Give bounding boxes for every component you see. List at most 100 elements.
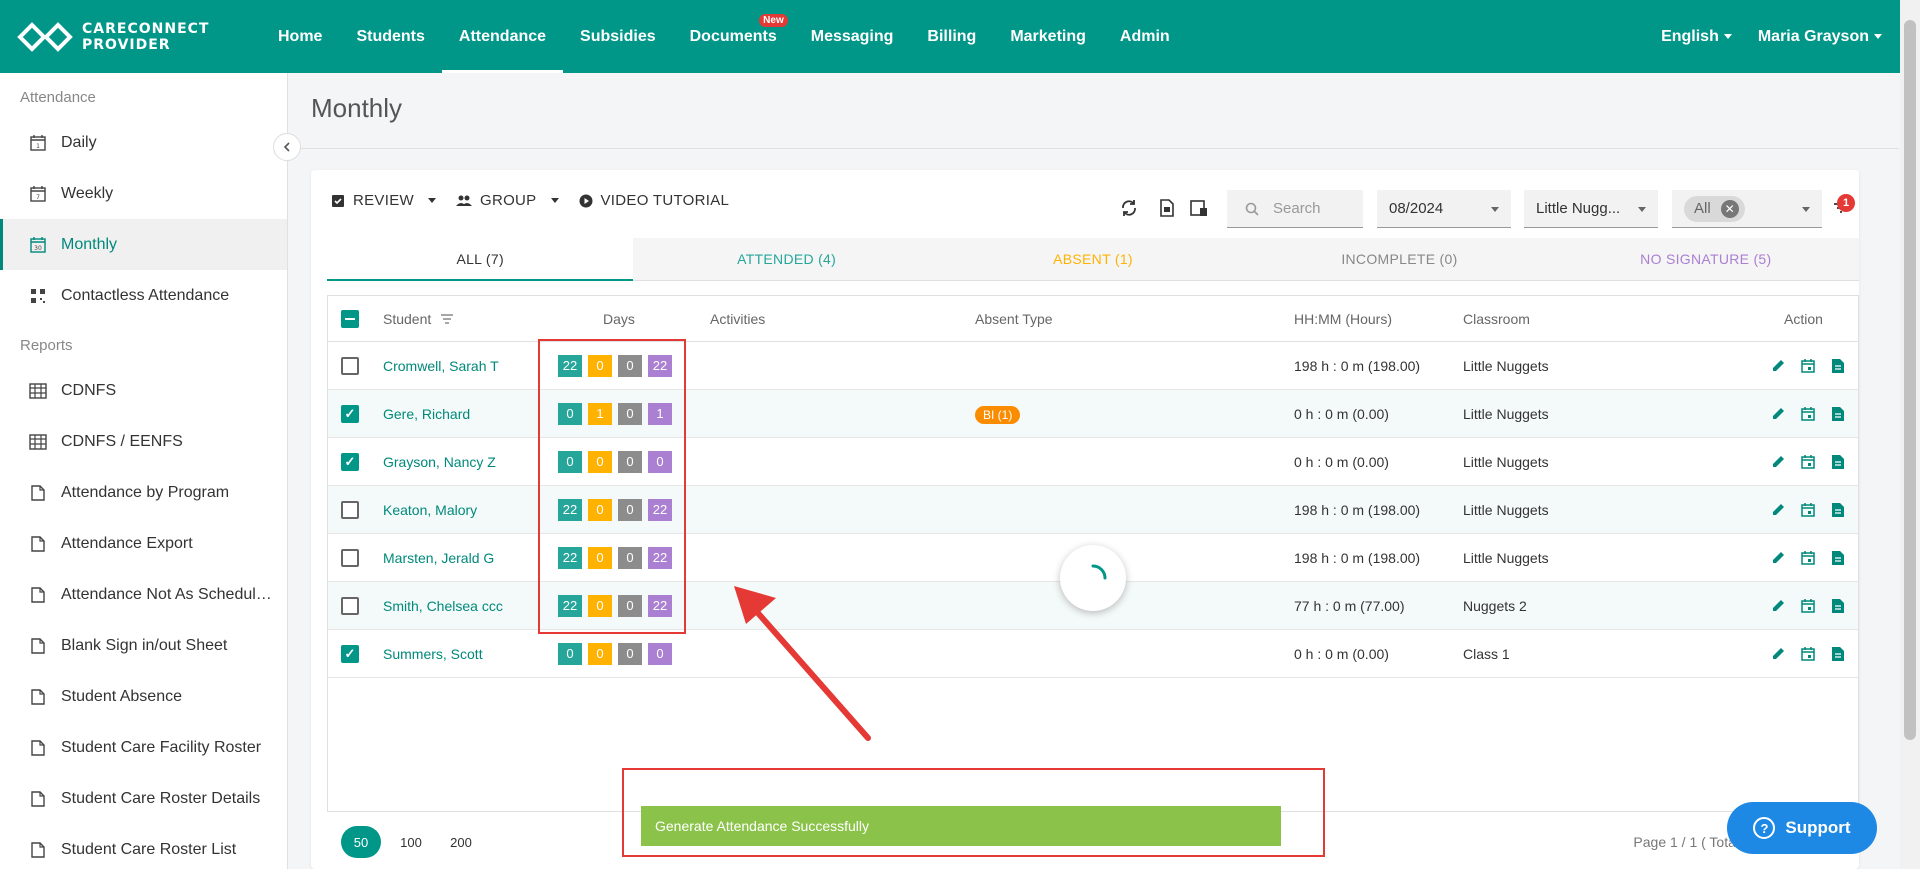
classroom-select[interactable]: Little Nugg... [1524, 190, 1658, 228]
sidebar-item-weekly[interactable]: 7 Weekly [0, 168, 287, 219]
calendar-icon[interactable] [1800, 406, 1816, 422]
group-button[interactable]: GROUP [455, 192, 559, 209]
student-name-link[interactable]: Smith, Chelsea ccc [383, 598, 503, 614]
status-multiselect[interactable]: All ✕ [1672, 190, 1822, 228]
tab-incomplete[interactable]: INCOMPLETE (0) [1246, 238, 1552, 280]
scroll-thumb[interactable] [1904, 20, 1916, 740]
search-input[interactable] [1273, 200, 1353, 217]
calendar-icon[interactable] [1800, 454, 1816, 470]
report-document-icon[interactable] [1830, 406, 1846, 422]
svg-text:1: 1 [36, 143, 40, 150]
export-pdf-icon[interactable] [1157, 198, 1177, 218]
student-name-link[interactable]: Grayson, Nancy Z [383, 454, 496, 470]
month-value: 08/2024 [1389, 200, 1444, 217]
report-document-icon[interactable] [1830, 646, 1846, 662]
user-menu-dropdown[interactable]: Maria Grayson [1758, 28, 1882, 46]
row-checkbox[interactable]: ✓ [341, 452, 359, 471]
nav-attendance[interactable]: Attendance [441, 0, 564, 73]
tab-absent[interactable]: ABSENT (1) [940, 238, 1246, 280]
search-field[interactable] [1227, 190, 1363, 228]
edit-icon[interactable] [1770, 406, 1786, 422]
select-all-checkbox[interactable] [341, 309, 359, 328]
sidebar-item-student-absence[interactable]: Student Absence [0, 671, 287, 722]
sidebar-collapse-button[interactable] [273, 133, 301, 161]
edit-icon[interactable] [1770, 358, 1786, 374]
document-icon [29, 484, 47, 502]
classroom-cell: Little Nuggets [1463, 357, 1549, 374]
calendar-icon[interactable] [1800, 550, 1816, 566]
video-tutorial-button[interactable]: VIDEO TUTORIAL [579, 192, 730, 209]
sidebar-item-student-care-roster-list[interactable]: Student Care Roster List [0, 824, 287, 869]
sidebar-item-attendance-not-as-scheduled[interactable]: Attendance Not As Scheduled [0, 569, 287, 620]
nav-billing[interactable]: Billing [910, 0, 993, 73]
tab-all[interactable]: ALL (7) [327, 238, 634, 281]
nav-label: Admin [1119, 27, 1170, 45]
row-checkbox[interactable] [341, 500, 359, 519]
sidebar-item-student-care-facility-roster[interactable]: Student Care Facility Roster [0, 722, 287, 773]
sidebar-item-label: Student Care Roster List [61, 840, 237, 858]
sidebar-item-monthly[interactable]: 30 Monthly [0, 219, 287, 270]
tab-no-signature[interactable]: NO SIGNATURE (5) [1553, 238, 1859, 280]
sidebar-item-cdnfs-eenfs[interactable]: CDNFS / EENFS [0, 416, 287, 467]
student-name-link[interactable]: Cromwell, Sarah T [383, 358, 499, 374]
edit-icon[interactable] [1770, 550, 1786, 566]
chip-remove-icon[interactable]: ✕ [1720, 199, 1739, 218]
edit-icon[interactable] [1770, 454, 1786, 470]
edit-icon[interactable] [1770, 598, 1786, 614]
day-count-box: 0 [618, 642, 642, 665]
month-select[interactable]: 08/2024 [1377, 190, 1511, 228]
sidebar-item-cdnfs[interactable]: CDNFS [0, 365, 287, 416]
row-actions [1770, 454, 1846, 470]
sidebar-item-daily[interactable]: 1 Daily [0, 117, 287, 168]
header-classroom: Classroom [1463, 310, 1530, 327]
support-button[interactable]: ? Support [1727, 802, 1877, 854]
edit-icon[interactable] [1770, 646, 1786, 662]
row-checkbox[interactable]: ✓ [341, 644, 359, 663]
nav-subsidies[interactable]: Subsidies [563, 0, 673, 73]
calendar-icon[interactable] [1800, 598, 1816, 614]
nav-admin[interactable]: Admin [1103, 0, 1187, 73]
nav-documents[interactable]: Documents New [673, 0, 794, 73]
group-label: GROUP [479, 192, 537, 209]
report-document-icon[interactable] [1830, 358, 1846, 374]
report-document-icon[interactable] [1830, 550, 1846, 566]
report-document-icon[interactable] [1830, 598, 1846, 614]
language-dropdown[interactable]: English [1661, 28, 1732, 46]
nav-students[interactable]: Students [339, 0, 441, 73]
row-checkbox[interactable] [341, 596, 359, 615]
brand-logo[interactable]: CARECONNECT PROVIDER [16, 21, 261, 53]
page-size-200[interactable]: 200 [441, 826, 481, 858]
sidebar-item-attendance-export[interactable]: Attendance Export [0, 518, 287, 569]
page-scrollbar[interactable] [1900, 0, 1920, 869]
calendar-icon[interactable] [1800, 502, 1816, 518]
student-name-link[interactable]: Gere, Richard [383, 406, 470, 422]
print-preview-icon[interactable] [1189, 198, 1209, 218]
nav-home[interactable]: Home [261, 0, 339, 73]
sidebar-item-contactless-attendance[interactable]: Contactless Attendance [0, 270, 287, 321]
student-name-link[interactable]: Summers, Scott [383, 646, 483, 662]
review-button[interactable]: REVIEW [331, 192, 436, 209]
row-checkbox[interactable]: ✓ [341, 404, 359, 423]
calendar-icon[interactable] [1800, 358, 1816, 374]
edit-icon[interactable] [1770, 502, 1786, 518]
row-checkbox[interactable] [341, 548, 359, 567]
sidebar-item-blank-sign-in-out-sheet[interactable]: Blank Sign in/out Sheet [0, 620, 287, 671]
page-size-100[interactable]: 100 [391, 826, 431, 858]
sidebar-item-attendance-by-program[interactable]: Attendance by Program [0, 467, 287, 518]
refresh-icon[interactable] [1119, 198, 1139, 218]
document-icon [29, 586, 47, 604]
student-name-link[interactable]: Marsten, Jerald G [383, 550, 494, 566]
report-document-icon[interactable] [1830, 454, 1846, 470]
header-student[interactable]: Student [383, 311, 454, 327]
nav-messaging[interactable]: Messaging [794, 0, 911, 73]
tab-attended[interactable]: ATTENDED (4) [633, 238, 939, 280]
success-toast[interactable]: Generate Attendance Successfully [641, 806, 1281, 846]
student-name-link[interactable]: Keaton, Malory [383, 502, 477, 518]
sidebar-item-student-care-roster-details[interactable]: Student Care Roster Details [0, 773, 287, 824]
page-size-50[interactable]: 50 [341, 826, 381, 858]
nav-marketing[interactable]: Marketing [993, 0, 1103, 73]
filter-icon[interactable]: 1 [1831, 194, 1855, 218]
report-document-icon[interactable] [1830, 502, 1846, 518]
calendar-icon[interactable] [1800, 646, 1816, 662]
row-checkbox[interactable] [341, 356, 359, 375]
